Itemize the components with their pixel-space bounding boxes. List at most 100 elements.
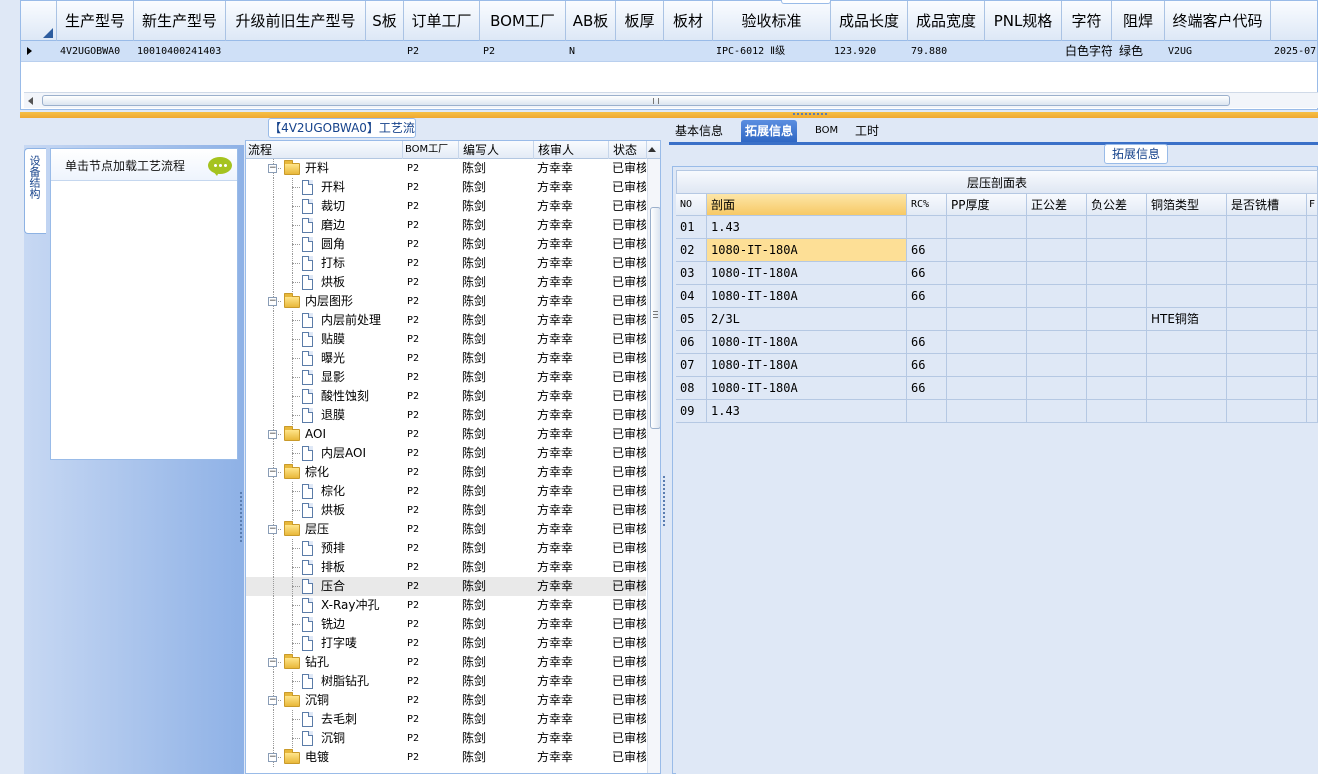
lam-cell-foil[interactable]	[1147, 377, 1227, 400]
cell-standard[interactable]: IPC-6012 Ⅱ级	[713, 41, 831, 62]
lamination-row[interactable]: 09 1.43	[676, 400, 1318, 423]
scroll-thumb[interactable]	[42, 95, 1230, 106]
lam-col-pos-tol[interactable]: 正公差	[1027, 194, 1087, 216]
lam-cell-section[interactable]: 1080-IT-180A	[707, 331, 907, 354]
flow-col-reviewer[interactable]: 核审人	[534, 141, 609, 159]
lam-cell-section[interactable]: 1080-IT-180A	[707, 262, 907, 285]
lam-cell-no[interactable]: 05	[676, 308, 707, 331]
cell-pnl[interactable]	[985, 41, 1062, 62]
lam-cell-slot[interactable]	[1227, 331, 1307, 354]
horizontal-scrollbar[interactable]	[24, 92, 1318, 108]
lam-cell-no[interactable]: 03	[676, 262, 707, 285]
flow-group-row[interactable]: − 棕化 P2 陈剑 方幸幸 已审核	[246, 463, 646, 482]
flow-col-status[interactable]: 状态	[609, 141, 647, 159]
lam-cell-more[interactable]	[1307, 354, 1318, 377]
flow-step-row[interactable]: 内层AOI P2 陈剑 方幸幸 已审核	[246, 444, 646, 463]
lam-cell-more[interactable]	[1307, 239, 1318, 262]
flow-col-writer[interactable]: 编写人	[459, 141, 534, 159]
col-prod-model[interactable]: 生产型号	[57, 1, 134, 41]
flow-step-row[interactable]: 显影 P2 陈剑 方幸幸 已审核	[246, 368, 646, 387]
col-pnl[interactable]: PNL规格	[985, 1, 1062, 41]
lam-cell-foil[interactable]	[1147, 285, 1227, 308]
lamination-row[interactable]: 08 1080-IT-180A 66	[676, 377, 1318, 400]
lam-cell-pp[interactable]	[947, 285, 1027, 308]
tab-basic-info[interactable]: 基本信息	[671, 120, 727, 142]
lam-cell-section[interactable]: 1080-IT-180A	[707, 377, 907, 400]
lam-cell-more[interactable]	[1307, 331, 1318, 354]
lam-cell-rc[interactable]: 66	[907, 354, 947, 377]
lam-cell-neg[interactable]	[1087, 308, 1147, 331]
lam-cell-pos[interactable]	[1027, 239, 1087, 262]
lam-col-slot[interactable]: 是否铣槽	[1227, 194, 1307, 216]
lam-cell-more[interactable]	[1307, 400, 1318, 423]
lam-cell-rc[interactable]	[907, 308, 947, 331]
mid-splitter-grip-icon[interactable]	[663, 476, 665, 526]
col-s-board[interactable]: S板	[366, 1, 404, 41]
lam-cell-rc[interactable]: 66	[907, 239, 947, 262]
flow-col-process[interactable]: 流程	[246, 141, 403, 159]
lamination-row[interactable]: 06 1080-IT-180A 66	[676, 331, 1318, 354]
lam-cell-rc[interactable]	[907, 400, 947, 423]
lam-col-no[interactable]: NO	[676, 194, 707, 216]
lam-cell-pos[interactable]	[1027, 377, 1087, 400]
lam-cell-neg[interactable]	[1087, 331, 1147, 354]
flow-step-row[interactable]: 曝光 P2 陈剑 方幸幸 已审核	[246, 349, 646, 368]
flow-group-row[interactable]: − 沉铜 P2 陈剑 方幸幸 已审核	[246, 691, 646, 710]
lam-col-pp[interactable]: PP厚度	[947, 194, 1027, 216]
col-order-factory[interactable]: 订单工厂	[404, 1, 480, 41]
flow-group-row[interactable]: − 钻孔 P2 陈剑 方幸幸 已审核	[246, 653, 646, 672]
lam-cell-foil[interactable]	[1147, 239, 1227, 262]
col-thickness[interactable]: 板厚	[616, 1, 664, 41]
lam-cell-section[interactable]: 1080-IT-180A	[707, 285, 907, 308]
cell-customer-code[interactable]: V2UG	[1165, 41, 1271, 62]
tab-bom[interactable]: BOM	[811, 120, 842, 142]
cell-order-factory[interactable]: P2	[404, 41, 480, 62]
cell-bom-factory[interactable]: P2	[480, 41, 566, 62]
flow-step-row[interactable]: 打标 P2 陈剑 方幸幸 已审核	[246, 254, 646, 273]
lam-cell-pos[interactable]	[1027, 262, 1087, 285]
lam-cell-pos[interactable]	[1027, 354, 1087, 377]
grid-corner[interactable]	[21, 1, 57, 41]
lam-cell-foil[interactable]	[1147, 262, 1227, 285]
lam-cell-rc[interactable]	[907, 216, 947, 239]
flow-group-row[interactable]: − 层压 P2 陈剑 方幸幸 已审核	[246, 520, 646, 539]
lam-cell-neg[interactable]	[1087, 216, 1147, 239]
vertical-splitter[interactable]	[661, 118, 669, 774]
lam-cell-slot[interactable]	[1227, 216, 1307, 239]
lam-cell-no[interactable]: 06	[676, 331, 707, 354]
lam-cell-section[interactable]: 1.43	[707, 400, 907, 423]
speech-bubble-icon[interactable]	[208, 157, 232, 176]
lam-cell-slot[interactable]	[1227, 400, 1307, 423]
lam-cell-foil[interactable]	[1147, 354, 1227, 377]
node-hint-header[interactable]: 单击节点加载工艺流程	[51, 149, 237, 181]
lam-cell-more[interactable]	[1307, 377, 1318, 400]
tab-device-structure[interactable]: 设备结构	[24, 148, 46, 234]
lam-cell-slot[interactable]	[1227, 308, 1307, 331]
lam-col-foil[interactable]: 铜箔类型	[1147, 194, 1227, 216]
lam-cell-section[interactable]: 2/3L	[707, 308, 907, 331]
col-length[interactable]: 成品长度	[831, 1, 908, 41]
flow-step-row[interactable]: 内层前处理 P2 陈剑 方幸幸 已审核	[246, 311, 646, 330]
cell-date[interactable]: 2025-07-	[1271, 41, 1317, 62]
flow-col-bom[interactable]: BOM工厂	[403, 141, 459, 159]
lam-cell-foil[interactable]	[1147, 331, 1227, 354]
lam-col-neg-tol[interactable]: 负公差	[1087, 194, 1147, 216]
sort-up-icon[interactable]	[648, 147, 656, 152]
lam-cell-section[interactable]: 1.43	[707, 216, 907, 239]
left-splitter-grip-icon[interactable]	[240, 492, 242, 542]
collapse-icon[interactable]: −	[268, 525, 277, 534]
lam-cell-no[interactable]: 01	[676, 216, 707, 239]
lam-col-more[interactable]: F	[1307, 194, 1318, 216]
col-old-model[interactable]: 升级前旧生产型号	[226, 1, 366, 41]
collapse-icon[interactable]: −	[268, 297, 277, 306]
lam-cell-pp[interactable]	[947, 308, 1027, 331]
flow-step-row[interactable]: 磨边 P2 陈剑 方幸幸 已审核	[246, 216, 646, 235]
cell-length[interactable]: 123.920	[831, 41, 908, 62]
flow-vertical-scrollbar[interactable]	[647, 159, 660, 773]
lam-cell-more[interactable]	[1307, 262, 1318, 285]
lam-cell-foil[interactable]: HTE铜箔	[1147, 308, 1227, 331]
cell-s-board[interactable]	[366, 41, 404, 62]
flow-step-row[interactable]: 压合 P2 陈剑 方幸幸 已审核	[246, 577, 646, 596]
lam-cell-no[interactable]: 02	[676, 239, 707, 262]
lam-cell-pos[interactable]	[1027, 216, 1087, 239]
